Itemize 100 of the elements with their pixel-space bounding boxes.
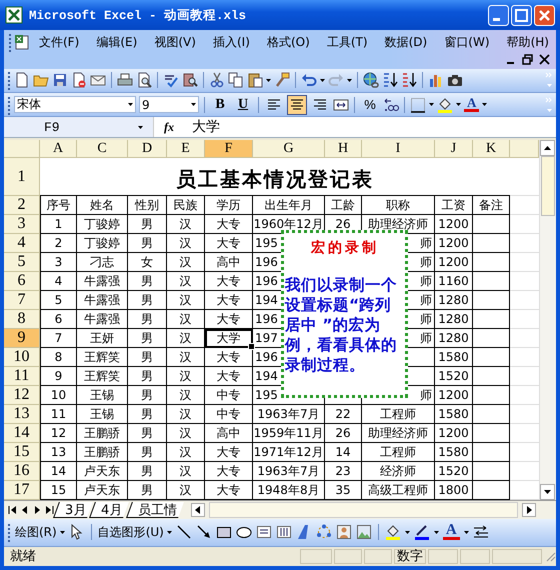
caret-icon[interactable] (464, 530, 469, 534)
rectangle-icon[interactable] (216, 524, 232, 540)
restore-icon[interactable] (522, 54, 533, 65)
column-header[interactable]: I (362, 140, 435, 158)
row-header[interactable]: 7 (4, 291, 40, 310)
borders-icon[interactable] (410, 96, 426, 113)
scroll-down-icon[interactable] (540, 484, 555, 500)
column-header[interactable]: C (77, 140, 128, 158)
undo-icon[interactable] (301, 72, 317, 88)
line-icon[interactable] (176, 524, 192, 540)
scroll-right-icon[interactable] (522, 502, 536, 517)
column-header[interactable]: G (253, 140, 325, 158)
row-header[interactable]: 2 (4, 196, 40, 216)
caret-icon[interactable] (347, 78, 352, 82)
caret-icon[interactable] (166, 530, 172, 534)
row-header[interactable]: 15 (4, 443, 40, 462)
row-header[interactable]: 8 (4, 310, 40, 330)
row-header[interactable]: 13 (4, 405, 40, 424)
oval-icon[interactable] (236, 524, 252, 540)
caret-icon[interactable] (60, 530, 65, 534)
row-header[interactable]: 11 (4, 367, 40, 386)
row-header[interactable]: 14 (4, 424, 40, 444)
fill-color-icon[interactable] (437, 96, 453, 113)
arrow-icon[interactable] (196, 524, 212, 540)
menu-item[interactable]: 文件(F) (36, 32, 82, 52)
menu-item[interactable]: 视图(V) (151, 32, 199, 52)
menu-item[interactable]: 格式(O) (264, 32, 313, 52)
printer-icon[interactable] (117, 72, 133, 88)
scroll-up-icon[interactable] (540, 140, 555, 156)
column-header[interactable]: A (40, 140, 77, 158)
arrow-style-icon[interactable] (472, 524, 489, 540)
font-color-button[interactable]: A (464, 97, 480, 112)
first-sheet-icon[interactable] (8, 504, 18, 516)
new-document-icon[interactable] (14, 72, 30, 88)
sort-ascending-icon[interactable] (382, 72, 398, 88)
hyperlink-icon[interactable] (363, 72, 379, 88)
caret-icon[interactable] (429, 103, 434, 106)
column-header[interactable]: H (325, 140, 362, 158)
fill-color-icon[interactable] (384, 524, 401, 540)
insert-function-button[interactable]: fx (154, 120, 184, 135)
save-icon[interactable] (52, 72, 68, 88)
caret-icon[interactable] (434, 530, 439, 534)
menu-item[interactable]: 数据(D) (382, 32, 430, 52)
column-header[interactable]: K (473, 140, 510, 158)
workbook-icon[interactable] (14, 34, 30, 50)
merge-center-icon[interactable] (333, 96, 349, 113)
row-header[interactable]: 6 (4, 272, 40, 292)
percent-button[interactable]: % (360, 94, 380, 115)
menu-item[interactable]: 窗口(W) (441, 32, 492, 52)
pointer-icon[interactable] (68, 524, 85, 540)
format-painter-icon[interactable] (274, 72, 290, 88)
autoshapes-menu[interactable]: 自选图形(U) (98, 524, 172, 541)
sort-descending-icon[interactable] (401, 72, 417, 88)
vertical-text-box-icon[interactable] (276, 524, 292, 540)
menu-item[interactable]: 工具(T) (324, 32, 371, 52)
caret-icon[interactable] (128, 103, 133, 106)
bold-button[interactable]: B (210, 94, 230, 115)
sheet-tab[interactable]: 4月 (89, 502, 130, 518)
scrollbar-thumb[interactable] (541, 156, 555, 216)
formula-field[interactable]: 大学 (184, 118, 220, 136)
chart-icon[interactable] (428, 72, 444, 88)
copy-icon[interactable] (228, 72, 244, 88)
row-header[interactable]: 9 (4, 329, 40, 348)
caret-icon[interactable] (191, 103, 196, 106)
print-preview-icon[interactable] (136, 72, 152, 88)
row-header[interactable]: 3 (4, 215, 40, 234)
column-header[interactable]: E (167, 140, 205, 158)
line-color-icon[interactable] (414, 524, 430, 540)
paste-icon[interactable] (247, 72, 263, 88)
row-header[interactable]: 16 (4, 462, 40, 482)
scroll-left-icon[interactable] (190, 502, 205, 517)
caret-icon[interactable] (482, 103, 488, 106)
menu-item[interactable]: 插入(I) (210, 32, 253, 52)
row-header[interactable]: 17 (4, 481, 40, 500)
row-header[interactable]: 12 (4, 386, 40, 406)
caret-icon[interactable] (138, 126, 143, 129)
maximize-icon[interactable] (511, 4, 532, 26)
menu-item[interactable]: 帮助(H) (504, 32, 552, 52)
row-header[interactable]: 1 (4, 158, 40, 196)
decrease-decimal-icon[interactable] (383, 96, 399, 113)
permission-icon[interactable] (71, 72, 87, 88)
close-icon[interactable] (539, 54, 550, 65)
sheet-tab[interactable]: 员工情 (126, 502, 184, 518)
column-header[interactable]: F (205, 140, 253, 158)
caret-icon[interactable] (404, 530, 410, 534)
name-box[interactable]: F9 (4, 117, 154, 138)
previous-sheet-icon[interactable] (20, 504, 30, 516)
underline-button[interactable]: U (233, 94, 253, 115)
research-icon[interactable] (182, 72, 198, 88)
table-cell[interactable]: 大学 (205, 329, 253, 348)
caret-icon[interactable] (320, 78, 325, 82)
sheet-tab[interactable]: 3月 (53, 502, 94, 518)
draw-menu[interactable]: 绘图(R) (15, 524, 65, 541)
align-center-button[interactable] (287, 94, 307, 115)
row-header[interactable]: 4 (4, 234, 40, 254)
column-header[interactable]: D (128, 140, 167, 158)
next-sheet-icon[interactable] (32, 504, 42, 516)
row-header[interactable]: 5 (4, 253, 40, 272)
caret-icon[interactable] (456, 103, 461, 106)
fill-handle[interactable] (248, 343, 255, 350)
